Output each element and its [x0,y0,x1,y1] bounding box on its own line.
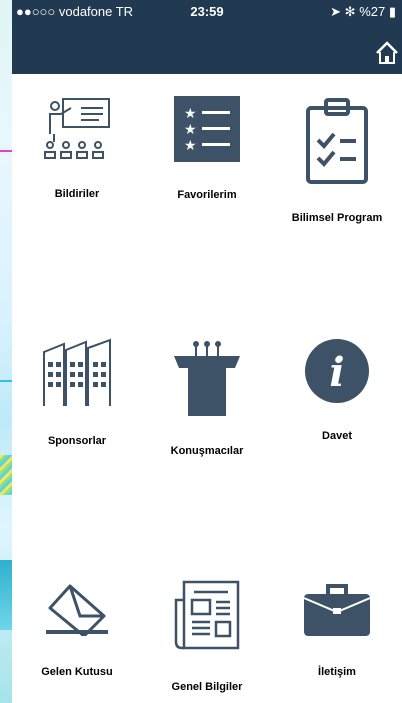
menu-grid: Bildiriler ★ ★ ★ Favorilerim Bilimsel Pr… [12,74,402,703]
menu-label: Konuşmacılar [170,445,244,457]
info-icon: i [305,339,369,403]
svg-text:★: ★ [184,122,197,138]
podium-icon [174,341,240,416]
clipboard-checklist-icon [306,98,368,184]
bluetooth-icon: ✻ [344,4,356,19]
app-header: ●●○○○ vodafone TR 23:59 ➤ ✻ %27 ▮ [12,0,402,74]
menu-label: Favorilerim [177,189,237,201]
menu-tile-sponsorlar[interactable]: Sponsorlar [12,338,142,447]
briefcase-icon [304,584,370,636]
menu-label: Sponsorlar [47,435,107,447]
decor-block [0,560,12,630]
svg-text:i: i [329,349,344,396]
decor-pattern [0,455,12,495]
menu-label: Gelen Kutusu [41,666,113,678]
decor-line [0,150,12,152]
battery-icon: ▮ [388,4,396,19]
menu-tile-konusmacilar[interactable]: Konuşmacılar [142,338,272,457]
menu-tile-iletisim[interactable]: İletişim [272,580,402,678]
menu-tile-bilimsel-program[interactable]: Bilimsel Program [272,96,402,224]
svg-text:★: ★ [184,138,197,154]
menu-tile-davet[interactable]: i Davet [272,338,402,442]
menu-label: Bilimsel Program [291,212,383,224]
menu-label: İletişim [318,666,356,678]
menu-tile-favorilerim[interactable]: ★ ★ ★ Favorilerim [142,96,272,201]
background-strip [0,0,12,703]
svg-text:★: ★ [184,106,197,122]
menu-label: Genel Bilgiler [171,681,243,693]
envelope-icon [46,584,108,636]
menu-tile-bildiriler[interactable]: Bildiriler [12,96,142,200]
menu-tile-gelen-kutusu[interactable]: Gelen Kutusu [12,580,142,678]
newspaper-icon [174,580,240,650]
status-bar: ●●○○○ vodafone TR 23:59 ➤ ✻ %27 ▮ [12,0,402,22]
menu-label: Bildiriler [54,188,100,200]
status-right: ➤ ✻ %27 ▮ [330,4,396,20]
presentation-icon [44,98,110,159]
star-list-icon: ★ ★ ★ [174,96,240,162]
buildings-icon [43,338,111,406]
menu-tile-genel-bilgiler[interactable]: Genel Bilgiler [142,580,272,693]
location-icon: ➤ [330,4,342,19]
home-icon[interactable] [374,40,400,66]
decor-line [0,380,12,382]
battery-percent: %27 [359,4,386,19]
menu-label: Davet [322,430,352,442]
